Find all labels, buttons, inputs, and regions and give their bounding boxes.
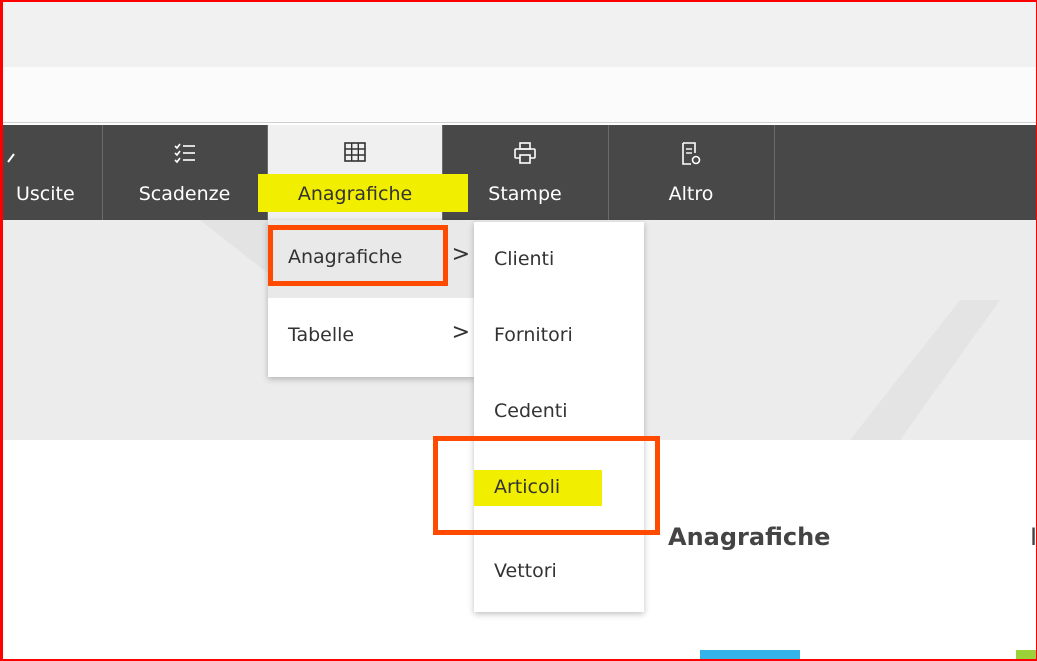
- submenu-item-label: Fornitori: [494, 324, 573, 346]
- nav-item-label: Scadenze: [138, 183, 231, 205]
- document-gear-icon: [608, 142, 774, 165]
- uscite-icon: [0, 142, 102, 164]
- submenu-item-anagrafiche[interactable]: Anagrafiche >: [268, 220, 474, 298]
- main-navbar: Uscite Scadenze Anagrafiche Stampe Altro: [0, 125, 1037, 220]
- nav-item-uscite[interactable]: Uscite: [0, 125, 103, 220]
- submenu-item-cedenti[interactable]: Cedenti: [474, 374, 644, 452]
- submenu-item-tabelle[interactable]: Tabelle >: [268, 298, 474, 376]
- submenu-item-label: Articoli: [494, 476, 561, 498]
- nav-item-altro[interactable]: Altro: [608, 125, 775, 220]
- nav-item-label: Stampe: [488, 183, 562, 205]
- submenu-item-label: Vettori: [494, 560, 557, 582]
- top-strip: [0, 0, 1037, 67]
- submenu-item-articoli[interactable]: Articoli: [474, 452, 644, 530]
- submenu-item-clienti[interactable]: Clienti: [474, 222, 644, 300]
- nav-item-anagrafiche[interactable]: Anagrafiche: [258, 125, 468, 220]
- nav-item-scadenze[interactable]: Scadenze: [102, 125, 268, 220]
- submenu-item-label: Cedenti: [494, 400, 568, 422]
- grid-table-icon: [268, 142, 442, 164]
- checklist-icon: [102, 142, 267, 164]
- chevron-right-icon: >: [451, 242, 470, 267]
- section-title-partial: I: [1030, 523, 1037, 551]
- chevron-right-icon: >: [451, 320, 470, 345]
- submenu-item-fornitori[interactable]: Fornitori: [474, 298, 644, 376]
- printer-icon: [442, 142, 608, 164]
- submenu-level1: Anagrafiche > Tabelle >: [268, 220, 474, 377]
- nav-item-label: Altro: [668, 183, 714, 205]
- logo-fragment-blue: [700, 650, 800, 661]
- nav-item-label: Anagrafiche: [297, 183, 413, 205]
- section-title: Anagrafiche: [668, 523, 831, 551]
- submenu-level2: Clienti Fornitori Cedenti Articoli Vetto…: [474, 222, 644, 612]
- submenu-item-label: Clienti: [494, 248, 555, 270]
- submenu-item-label: Tabelle: [288, 324, 355, 346]
- nav-item-stampe[interactable]: Stampe: [442, 125, 609, 220]
- nav-item-label: Uscite: [16, 183, 75, 205]
- submenu-item-vettori[interactable]: Vettori: [474, 534, 644, 612]
- logo-fragment-green: [1016, 650, 1037, 661]
- submenu-item-label: Anagrafiche: [288, 246, 403, 268]
- toolbar: [0, 67, 1037, 123]
